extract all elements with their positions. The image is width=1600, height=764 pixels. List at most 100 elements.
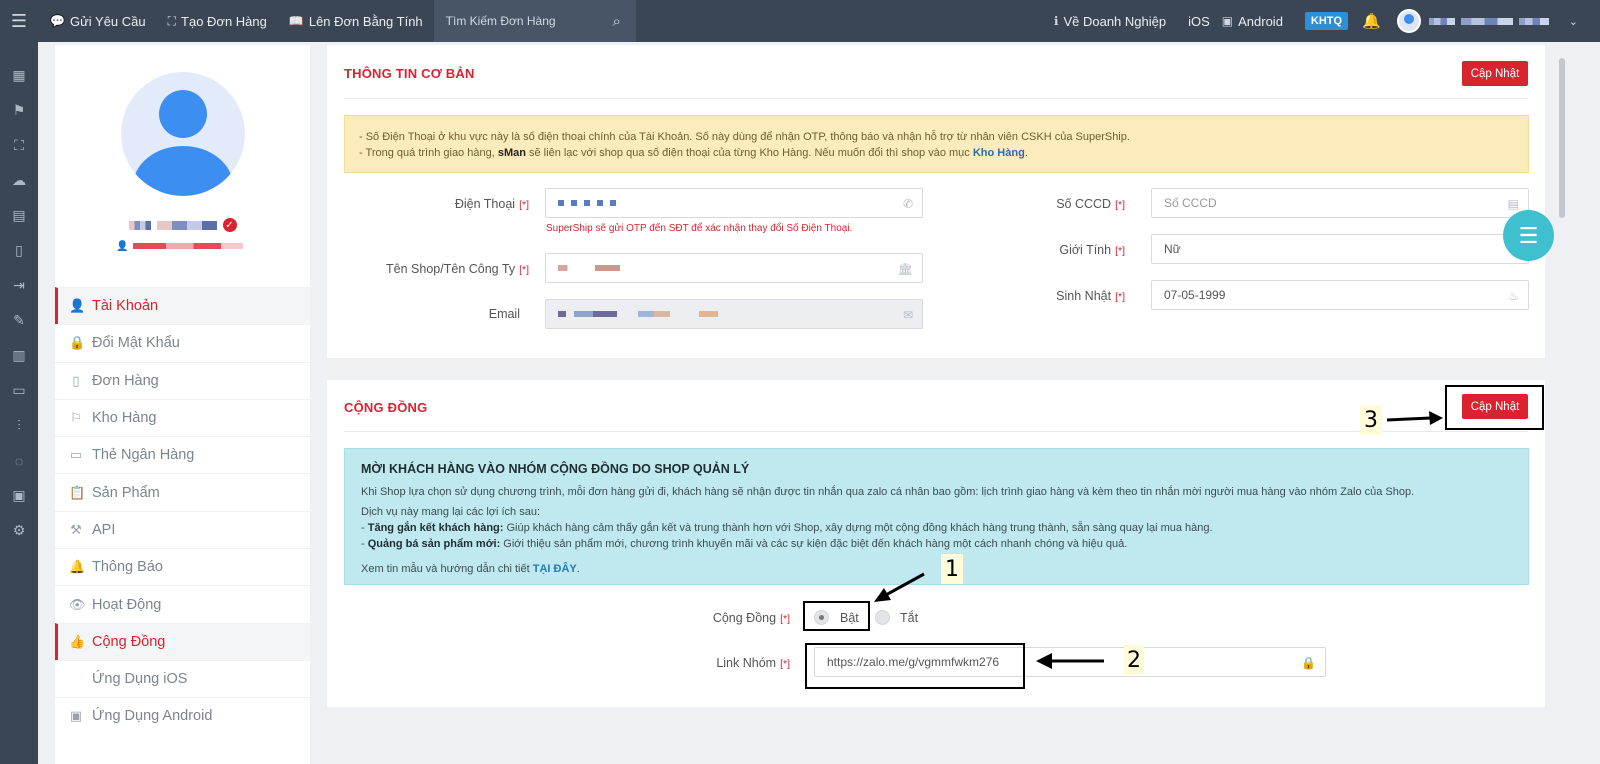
edit-icon[interactable]: ✎ [0,303,38,338]
create-order-link[interactable]: ⛶ Tạo Đơn Hàng [157,0,278,42]
dashboard-icon[interactable]: ▦ [0,58,38,93]
benefit-1-title: Tăng gắn kết khách hàng: [367,522,504,534]
sliders-icon[interactable]: ⫶ [0,408,38,443]
community-toggle-label-text: Cộng Đồng [712,611,777,625]
sidebar-item-products[interactable]: 📋 Sản Phẩm [55,473,310,510]
warehouse-link[interactable]: Kho Hàng [973,147,1025,159]
document-icon[interactable]: ▯ [0,233,38,268]
redacted-email [558,311,718,317]
sidebar-item-orders[interactable]: ▯ Đơn Hàng [55,361,310,399]
icon-rail: ▦ ⚑ ⛶ ☁ ▤ ▯ ⇥ ✎ ▥ ▭ ⫶ ◌ ▣ ⚙ [0,42,38,764]
phone-notice: - Số Điện Thoại ở khu vực này là số điện… [344,115,1529,173]
user-menu[interactable] [1396,9,1555,33]
divider [344,98,1528,99]
gender-select[interactable]: Nữ [1151,234,1529,264]
profile-phone: 👤 [55,239,310,253]
notice-bold: sMan [497,147,526,159]
details-link[interactable]: TẠI ĐÂY [533,563,577,575]
sidebar-item-label: Đơn Hàng [92,372,159,389]
id-card-icon: ▤ [1507,197,1519,211]
cake-icon: ♨ [1508,289,1519,303]
sign-in-icon[interactable]: ⇥ [0,268,38,303]
bulk-order-link[interactable]: 📖 Lên Đơn Bằng Tính [278,0,434,42]
android-link[interactable]: ▣ Android [1216,0,1289,42]
ios-link[interactable]: iOS [1177,0,1216,42]
order-search-placeholder: Tìm Kiếm Đơn Hàng [445,14,556,28]
sidebar-item-label: Cộng Đồng [92,633,166,650]
scrollbar[interactable] [1557,42,1568,764]
cccd-placeholder: Số CCCD [1164,196,1217,210]
sidebar-item-activity[interactable]: 👁 Hoạt Động [55,585,310,622]
group-link-label: Link Nhóm [*] [687,656,790,670]
sidebar-item-warehouse[interactable]: ⚐ Kho Hàng [55,398,310,436]
about-company-label: Về Doanh Nghiệp [1063,13,1167,29]
about-company-link[interactable]: ℹ Về Doanh Nghiệp [1043,0,1177,42]
step-2-marker: 2 [1124,645,1144,675]
chevron-down-icon[interactable]: ⌄ [1569,15,1578,28]
redacted-username [1460,17,1513,25]
scan-icon: ⛶ [167,13,177,28]
envelope-icon: ✉ [902,308,913,322]
bulk-order-label: Lên Đơn Bằng Tính [308,13,423,29]
cloud-upload-icon[interactable]: ☁ [0,163,38,198]
flag-icon[interactable]: ⚑ [0,93,38,128]
info-intro: Dịch vụ này mang lại các lợi ích sau: [361,506,541,518]
group-link-label-text: Link Nhóm [716,656,777,670]
notice-line-1: - Số Điện Thoại ở khu vực này là số điện… [359,131,1130,143]
required-mark: [*] [780,613,790,625]
menu-toggle-icon[interactable]: ☰ [0,0,38,42]
folder-icon[interactable]: ▭ [0,373,38,408]
sidebar-item-account[interactable]: 👤 Tài Khoản [55,287,310,325]
sidebar-item-label: API [92,521,116,538]
sidebar-item-change-password[interactable]: 🔒 Đổi Mật Khẩu [55,324,310,361]
signpost-icon: ⚐ [70,410,82,426]
film-icon[interactable]: ▥ [0,338,38,373]
floating-menu-button[interactable]: ☰ [1503,210,1554,261]
birthday-label: Sinh Nhật [*] [1017,289,1125,303]
profile-name: ✓ [55,216,310,234]
user-icon: 👤 [116,240,129,252]
required-mark: [*] [780,658,790,670]
required-mark: [*] [1115,245,1125,257]
redacted-phone [558,200,620,206]
basic-update-button[interactable]: Cập Nhật [1462,61,1528,86]
sidebar-item-label: Sản Phẩm [92,484,160,501]
lock-icon: 🔒 [69,335,86,351]
book-icon[interactable]: ▤ [0,198,38,233]
cccd-label-text: Số CCCD [1056,197,1112,211]
birthday-input[interactable]: 07-05-1999 ♨ [1151,280,1529,310]
briefcase-icon[interactable]: ▣ [0,478,38,513]
send-request-link[interactable]: 💬 Gửi Yêu Cầu [38,0,157,42]
shop-name-label: Tên Shop/Tên Công Ty [*] [367,262,529,276]
shop-name-input[interactable]: 🏛 [545,253,923,283]
scan-icon[interactable]: ⛶ [0,128,38,163]
android-icon: ▣ [1221,14,1234,28]
gear-icon[interactable]: ⚙ [0,513,38,548]
order-search-input[interactable]: Tìm Kiếm Đơn Hàng [433,0,598,42]
sidebar-item-notifications[interactable]: 🔔 Thông Báo [55,548,310,585]
redacted-name [128,220,151,230]
chat-icon[interactable]: ◌ [0,443,38,478]
sidebar-item-api[interactable]: ⚒ API [55,510,310,548]
verified-check-icon: ✓ [222,218,237,232]
chat-icon: 💬 [50,14,65,28]
top-navbar: ☰ 💬 Gửi Yêu Cầu ⛶ Tạo Đơn Hàng 📖 Lên Đơn Bằ… [0,0,1600,42]
sidebar-item-label: Ứng Dụng Android [92,708,213,725]
cccd-input[interactable]: Số CCCD ▤ [1151,188,1529,218]
birthday-label-text: Sinh Nhật [1056,289,1112,303]
phone-input[interactable]: ✆ [545,188,923,218]
sidebar-item-bank-card[interactable]: ▭ Thẻ Ngân Hàng [55,436,310,473]
info-more-text: Xem tin mẫu và hướng dẫn chi tiết [361,563,533,575]
radio-off[interactable] [875,610,890,625]
account-menu: 👤 Tài Khoản 🔒 Đổi Mật Khẩu ▯ Đơn Hàng ⚐ Kho … [55,287,310,735]
search-icon[interactable]: ⌕ [597,0,636,42]
sidebar-item-community[interactable]: 👍 Cộng Đồng [55,622,310,660]
bell-icon[interactable]: 🔔 [1362,12,1381,30]
radio-off-label: Tắt [900,611,919,625]
email-input[interactable]: ✉ [545,299,923,329]
book-icon: 📖 [288,14,304,28]
sidebar-item-android-app[interactable]: ▣ Ứng Dụng Android [55,697,310,734]
sidebar-item-ios-app[interactable]: Ứng Dụng iOS [55,659,310,697]
khtq-badge[interactable]: KHTQ [1304,12,1349,30]
highlight-update-button [1445,385,1544,430]
